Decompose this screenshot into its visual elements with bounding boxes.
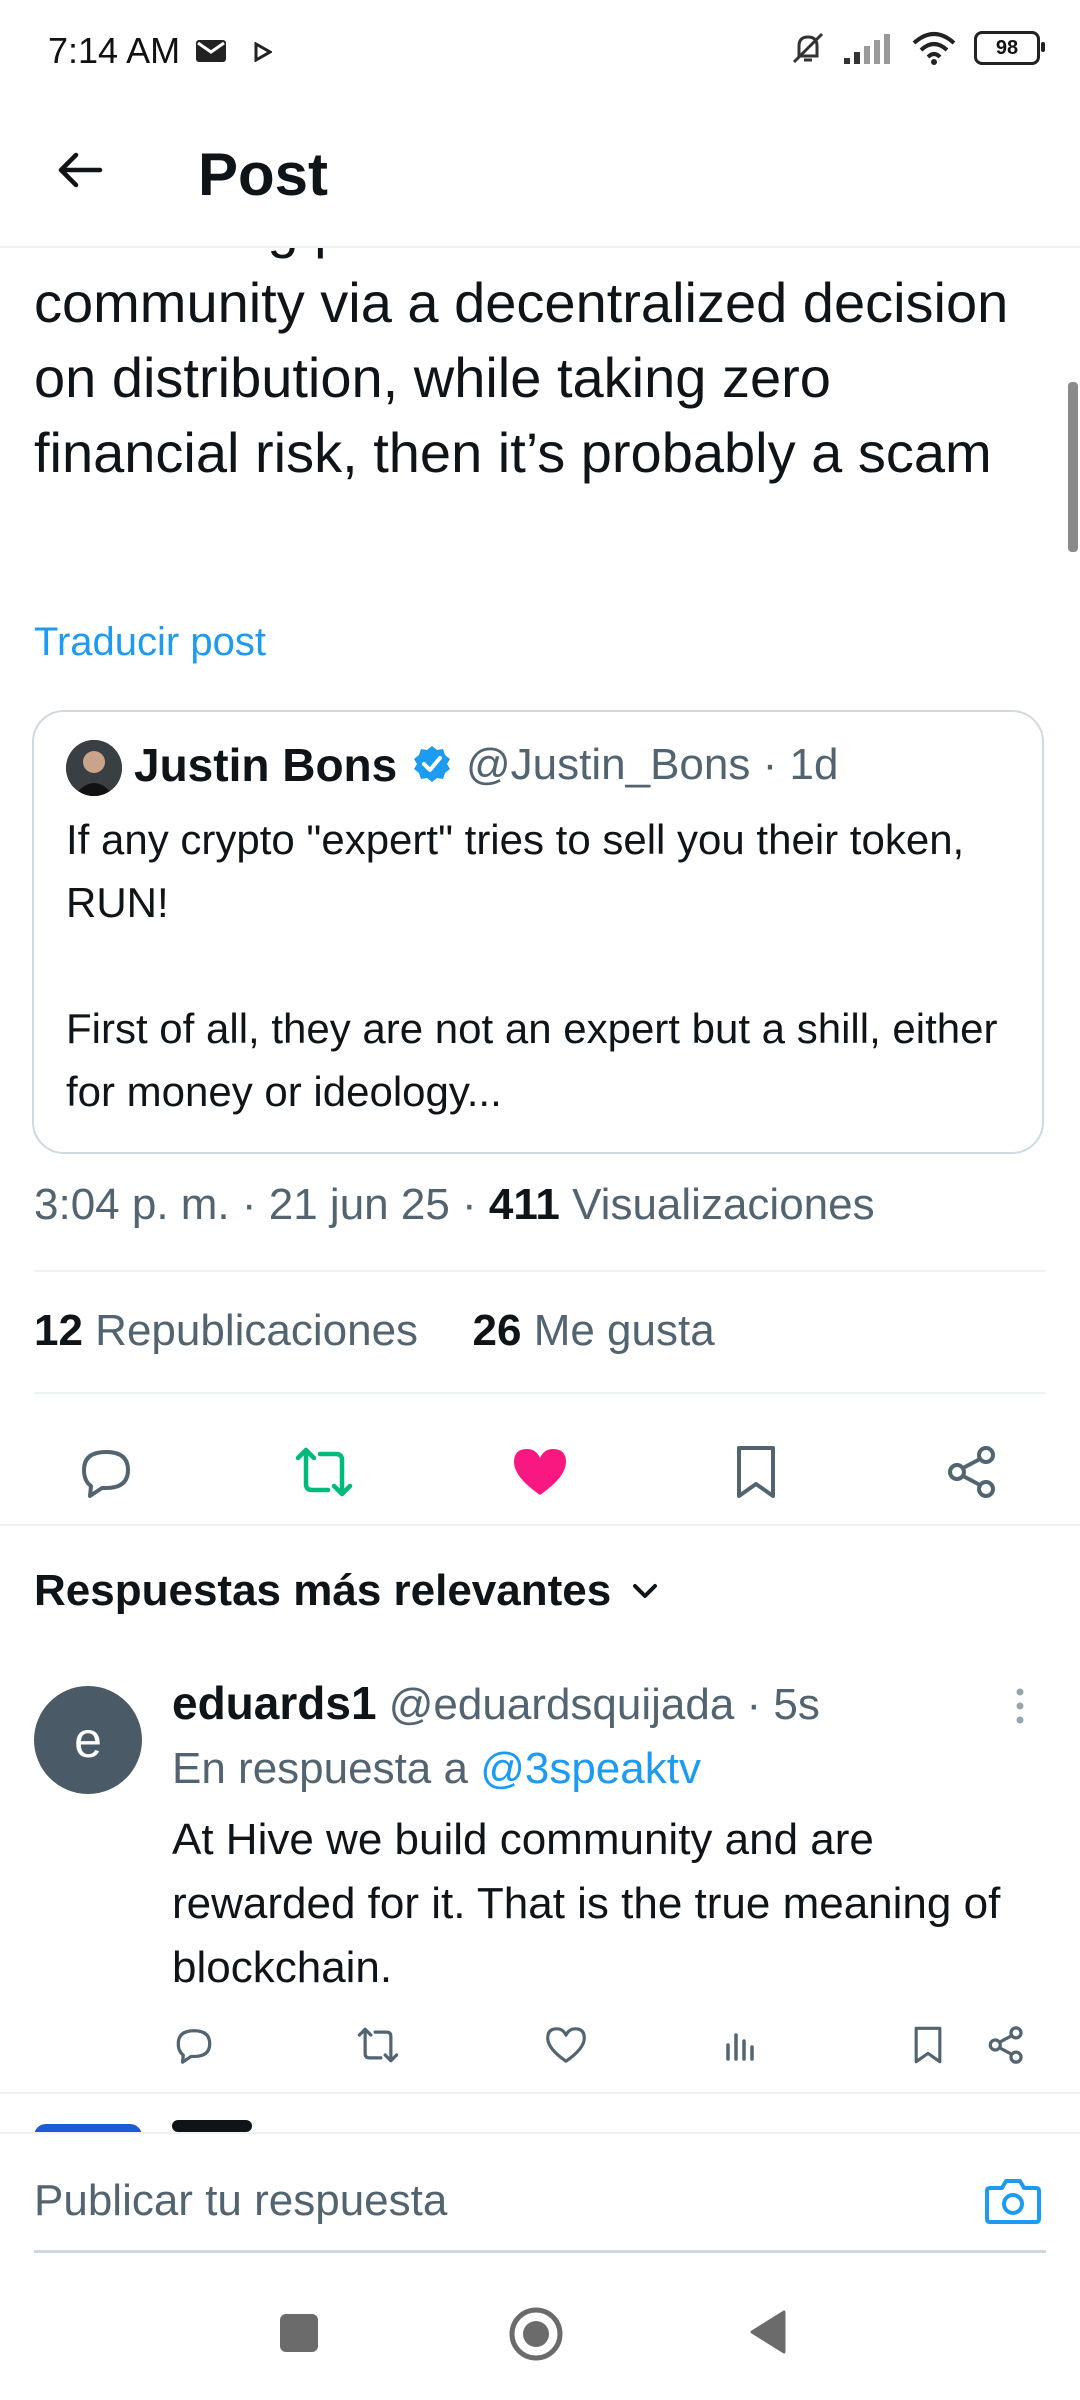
bookmark-icon — [737, 1446, 775, 1498]
repost-icon — [357, 2027, 399, 2063]
verified-badge-icon — [412, 744, 452, 784]
likes-stat[interactable]: 26 Me gusta — [473, 1306, 715, 1355]
reply-text: At Hive we build community and are rewar… — [172, 1815, 1001, 1992]
quoted-author-avatar[interactable] — [66, 740, 122, 796]
page-title: Post — [198, 141, 329, 208]
likes-count: 26 — [472, 1306, 522, 1355]
reply-to-line: En respuesta a @3speaktv — [172, 1744, 701, 1794]
wifi-icon — [912, 31, 956, 65]
reply-like-button[interactable] — [534, 2018, 598, 2072]
reply-repost-button[interactable] — [346, 2018, 410, 2072]
quoted-author-name: Justin Bons — [134, 739, 398, 791]
views-label: Visualizaciones — [559, 1180, 875, 1229]
repost-icon — [295, 1447, 353, 1497]
reposts-count: 12 — [34, 1306, 83, 1355]
reply-views-button[interactable] — [710, 2018, 774, 2072]
reply-author-handle: @eduardsquijada · 5s — [376, 1680, 820, 1729]
reply-share-button[interactable] — [974, 2018, 1038, 2072]
post-time: 3:04 p. m. · 21 jun 25 · — [34, 1180, 489, 1229]
back-button[interactable] — [48, 138, 112, 202]
replies-sort-label: Respuestas más relevantes — [34, 1566, 612, 1615]
share-button[interactable] — [924, 1424, 1020, 1520]
reply-icon — [176, 2029, 212, 2064]
scrollbar[interactable] — [1068, 382, 1078, 552]
status-icons: 98 — [790, 30, 1045, 66]
system-back-button[interactable] — [748, 2308, 788, 2356]
signal-icon — [844, 32, 894, 64]
home-circle-icon — [509, 2307, 563, 2361]
bookmark-icon — [914, 2026, 942, 2064]
play-icon — [254, 42, 272, 62]
repost-button[interactable] — [276, 1424, 372, 1520]
more-vertical-icon — [1016, 1688, 1024, 1724]
chevron-down-icon — [633, 1584, 658, 1598]
arrow-left-icon — [58, 152, 103, 188]
mail-icon — [196, 40, 226, 62]
translate-post-link[interactable]: Traducir post — [34, 620, 266, 665]
post-stats: 12 Republicaciones 26 Me gusta — [34, 1306, 715, 1356]
share-icon — [988, 2026, 1023, 2064]
status-time: 7:14 AM — [48, 30, 181, 71]
likes-label: Me gusta — [521, 1306, 715, 1355]
next-reply-header — [172, 2116, 472, 2132]
like-icon — [514, 1449, 566, 1495]
more-options-button[interactable] — [1010, 1686, 1030, 1726]
divider — [0, 2092, 1080, 2094]
post-text: from doing positive actions for a commun… — [34, 248, 1009, 484]
quoted-author-handle: @Justin_Bons · 1d — [466, 740, 839, 789]
divider — [34, 1270, 1046, 1272]
reply-bookmark-button[interactable] — [896, 2018, 960, 2072]
camera-icon — [985, 2179, 1041, 2224]
post-meta: 3:04 p. m. · 21 jun 25 · 411 Visualizaci… — [34, 1180, 875, 1230]
compose-underline — [34, 2250, 1046, 2253]
reply-header: eduards1 @eduardsquijada · 5s — [172, 1676, 820, 1730]
divider — [0, 1524, 1080, 1526]
bookmark-button[interactable] — [708, 1424, 804, 1520]
like-icon — [546, 2027, 586, 2063]
mute-icon — [790, 30, 826, 66]
avatar[interactable]: e — [34, 1686, 142, 1794]
battery-icon: 98 — [974, 31, 1045, 65]
reply-button[interactable] — [58, 1424, 154, 1520]
recents-button[interactable] — [280, 2314, 318, 2352]
reposts-stat[interactable]: 12 Republicaciones — [34, 1306, 418, 1355]
reply-reply-button[interactable] — [162, 2018, 226, 2072]
post-text-container: from doing positive actions for a commun… — [0, 248, 1080, 598]
reply-icon — [82, 1450, 130, 1498]
analytics-icon — [726, 2033, 754, 2061]
reply-to-handle[interactable]: @3speaktv — [480, 1744, 701, 1793]
reply-input[interactable]: Publicar tu respuesta — [34, 2176, 447, 2226]
camera-button[interactable] — [984, 2176, 1042, 2226]
home-button[interactable] — [508, 2306, 564, 2362]
replies-sort-dropdown[interactable]: Respuestas más relevantes — [34, 1566, 659, 1616]
like-button[interactable] — [492, 1424, 588, 1520]
divider — [34, 1392, 1046, 1394]
quoted-post-text: If any crypto "expert" tries to sell you… — [66, 816, 998, 1115]
reply-author-name[interactable]: eduards1 — [172, 1677, 377, 1729]
reposts-label: Republicaciones — [82, 1306, 419, 1355]
reply-to-label: En respuesta a — [172, 1744, 481, 1793]
views-count: 411 — [488, 1180, 560, 1229]
triangle-back-icon — [750, 2310, 786, 2354]
share-icon — [948, 1446, 995, 1498]
